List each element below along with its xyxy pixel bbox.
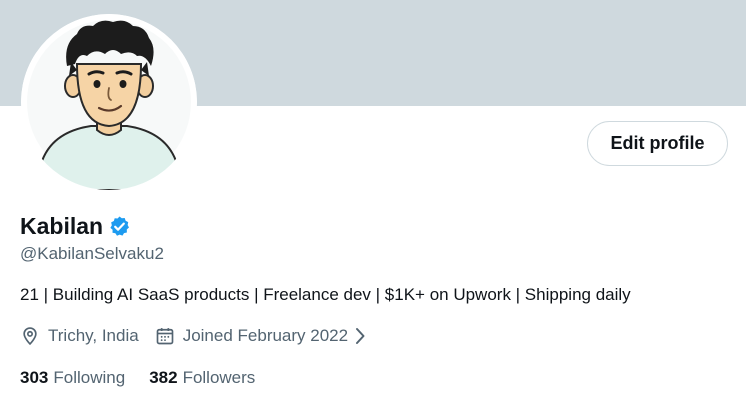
profile-meta: Trichy, India Joined February 2022	[20, 326, 374, 346]
followers-label: Followers	[182, 368, 256, 387]
user-handle: @KabilanSelvaku2	[20, 244, 164, 263]
location: Trichy, India	[20, 326, 139, 346]
join-date-text: Joined February 2022	[182, 326, 349, 345]
profile-header: Edit profile Kabilan @KabilanSelvaku2 21…	[0, 0, 746, 416]
location-pin-icon	[23, 327, 37, 346]
follow-stats: 303 Following 382 Followers	[20, 368, 255, 388]
following-label: Following	[53, 368, 126, 387]
profile-bio: 21 | Building AI SaaS products | Freelan…	[20, 285, 631, 304]
chevron-right-icon[interactable]	[354, 327, 374, 345]
following-count: 303	[20, 368, 49, 387]
name-row: Kabilan	[20, 211, 131, 241]
avatar-illustration	[21, 14, 197, 190]
calendar-icon	[156, 328, 174, 345]
followers-count: 382	[149, 368, 178, 387]
edit-profile-button[interactable]: Edit profile	[587, 121, 728, 166]
avatar[interactable]	[21, 14, 197, 190]
display-name: Kabilan	[20, 212, 104, 239]
join-date[interactable]: Joined February 2022	[155, 326, 374, 346]
followers-link[interactable]: 382 Followers	[149, 368, 255, 388]
following-link[interactable]: 303 Following	[20, 368, 125, 388]
verified-badge-icon[interactable]	[108, 215, 131, 238]
location-text: Trichy, India	[48, 326, 139, 345]
